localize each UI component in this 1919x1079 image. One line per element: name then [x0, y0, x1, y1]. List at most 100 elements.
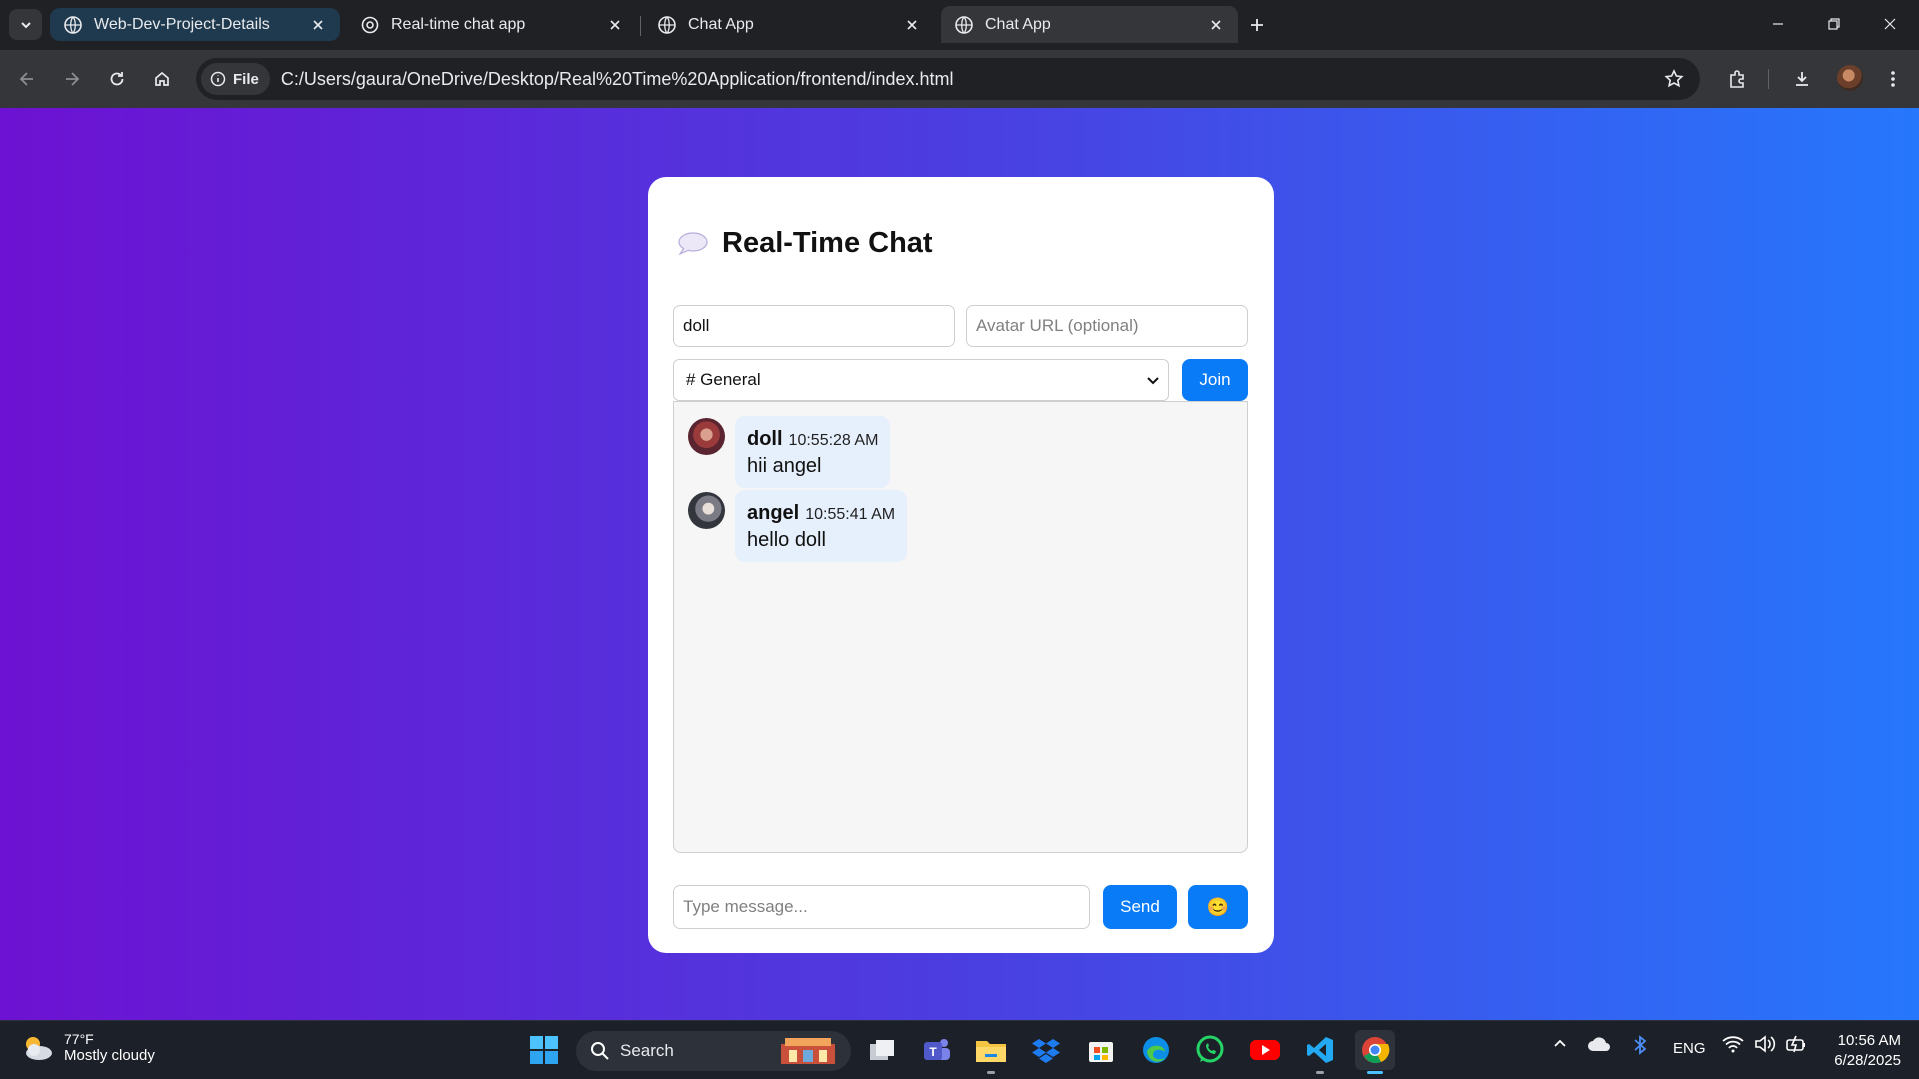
message-author: doll	[747, 428, 783, 450]
onedrive-tray[interactable]	[1587, 1035, 1611, 1057]
message-item: angel 10:55:41 AM hello doll	[688, 490, 908, 562]
room-select-value: # General	[686, 370, 761, 389]
message-text: hii angel	[747, 455, 822, 477]
scheme-label: File	[233, 70, 259, 88]
extensions-button[interactable]	[1720, 62, 1754, 96]
battery-tray[interactable]	[1785, 1035, 1807, 1057]
start-button[interactable]	[524, 1030, 564, 1070]
bluetooth-tray[interactable]	[1633, 1035, 1647, 1059]
browser-menu-button[interactable]	[1876, 62, 1910, 96]
battery-charging-icon	[1786, 1035, 1805, 1053]
home-button[interactable]	[145, 62, 179, 96]
whatsapp-icon	[1196, 1035, 1224, 1063]
search-highlight-icon	[781, 1038, 835, 1064]
wifi-icon	[1722, 1036, 1744, 1053]
whatsapp-app[interactable]	[1190, 1030, 1230, 1070]
avatar	[688, 418, 725, 455]
file-explorer-app[interactable]	[971, 1030, 1011, 1074]
restore-button[interactable]	[1806, 0, 1862, 48]
tab-title: Chat App	[985, 15, 1051, 33]
tab-strip: Web-Dev-Project-Details Real-time chat a…	[0, 0, 1919, 50]
dropbox-app[interactable]	[1026, 1030, 1066, 1070]
taskbar-search[interactable]: Search	[576, 1031, 851, 1071]
message-input[interactable]	[673, 885, 1090, 929]
svg-text:T: T	[929, 1045, 937, 1059]
reload-icon	[110, 72, 124, 86]
vscode-app[interactable]	[1300, 1030, 1340, 1074]
tab-real-time-chat-app[interactable]: Real-time chat app	[347, 6, 637, 43]
volume-tray[interactable]	[1754, 1035, 1776, 1057]
task-view-button[interactable]	[862, 1030, 902, 1070]
edge-app[interactable]	[1136, 1030, 1176, 1070]
url-text[interactable]: C:/Users/gaura/OneDrive/Desktop/Real%20T…	[281, 69, 954, 90]
room-select[interactable]: # General	[673, 359, 1169, 401]
globe-icon	[64, 15, 82, 34]
info-icon	[210, 71, 226, 87]
page-viewport: Real-Time Chat # General Join doll 10:55…	[0, 108, 1919, 1020]
weather-description: Mostly cloudy	[64, 1047, 155, 1064]
tab-title: Web-Dev-Project-Details	[94, 15, 270, 33]
close-window-button[interactable]	[1862, 0, 1918, 48]
close-icon	[1884, 18, 1896, 30]
close-tab-icon[interactable]	[1204, 13, 1228, 37]
back-button[interactable]	[10, 62, 44, 96]
globe-icon	[955, 15, 973, 34]
send-button[interactable]: Send	[1103, 885, 1177, 929]
tab-chat-app[interactable]: Chat App	[644, 6, 934, 43]
volume-icon	[1755, 1035, 1776, 1053]
wifi-tray[interactable]	[1722, 1035, 1744, 1057]
star-icon	[1664, 69, 1684, 88]
profile-avatar[interactable]	[1837, 65, 1863, 91]
message-list[interactable]: doll 10:55:28 AM hii angel angel 10:55:4…	[673, 401, 1248, 853]
address-bar[interactable]: File C:/Users/gaura/OneDrive/Desktop/Rea…	[196, 58, 1700, 100]
emoji-button[interactable]: 😊	[1188, 885, 1248, 929]
store-icon	[1089, 1042, 1113, 1062]
show-hidden-icons-button[interactable]	[1552, 1035, 1568, 1055]
cloud-sun-icon	[26, 1036, 52, 1060]
teams-app[interactable]: T	[917, 1030, 957, 1070]
chevron-down-icon	[1147, 377, 1159, 385]
forward-button[interactable]	[55, 62, 89, 96]
chat-card: Real-Time Chat # General Join doll 10:55…	[648, 177, 1274, 953]
system-clock[interactable]: 10:56 AM 6/28/2025	[1834, 1031, 1901, 1071]
tab-web-dev-project-details[interactable]: Web-Dev-Project-Details	[50, 8, 340, 41]
join-button[interactable]: Join	[1182, 359, 1248, 401]
downloads-button[interactable]	[1785, 62, 1819, 96]
weather-widget[interactable]: 77°F Mostly cloudy	[20, 1031, 155, 1064]
minimize-button[interactable]	[1750, 0, 1806, 48]
reload-button[interactable]	[100, 62, 134, 96]
username-input[interactable]	[673, 305, 955, 347]
vscode-icon	[1307, 1037, 1333, 1063]
language-indicator[interactable]: ENG	[1673, 1040, 1706, 1057]
chrome-app[interactable]	[1355, 1030, 1395, 1074]
microsoft-store-app[interactable]	[1081, 1030, 1121, 1070]
close-tab-icon[interactable]	[603, 13, 627, 37]
site-info-chip[interactable]: File	[201, 63, 270, 95]
bluetooth-icon	[1634, 1035, 1647, 1055]
tab-chat-app-active[interactable]: Chat App	[941, 6, 1238, 43]
message-text: hello doll	[747, 529, 826, 551]
search-label: Search	[620, 1041, 674, 1060]
avatar-url-input[interactable]	[966, 305, 1248, 347]
restore-icon	[1828, 18, 1840, 30]
tab-search-button[interactable]	[9, 9, 42, 40]
chat-header: Real-Time Chat	[676, 227, 933, 260]
bookmark-star-button[interactable]	[1662, 67, 1686, 91]
arrow-right-icon	[66, 72, 80, 86]
close-tab-icon[interactable]	[900, 13, 924, 37]
close-tab-icon[interactable]	[306, 13, 330, 37]
globe-icon	[658, 15, 676, 34]
download-icon	[1796, 72, 1808, 86]
speech-bubble-icon	[678, 231, 708, 255]
folder-icon	[976, 1041, 1006, 1062]
message-bubble: angel 10:55:41 AM hello doll	[735, 490, 908, 562]
weather-temp: 77°F	[64, 1031, 94, 1047]
youtube-app[interactable]	[1245, 1030, 1285, 1070]
home-icon	[155, 71, 169, 86]
youtube-icon	[1250, 1040, 1280, 1060]
message-author: angel	[747, 502, 800, 524]
search-icon	[591, 1042, 609, 1060]
new-tab-button[interactable]	[1243, 11, 1271, 39]
openai-icon	[361, 16, 379, 33]
arrow-left-icon	[19, 72, 33, 86]
